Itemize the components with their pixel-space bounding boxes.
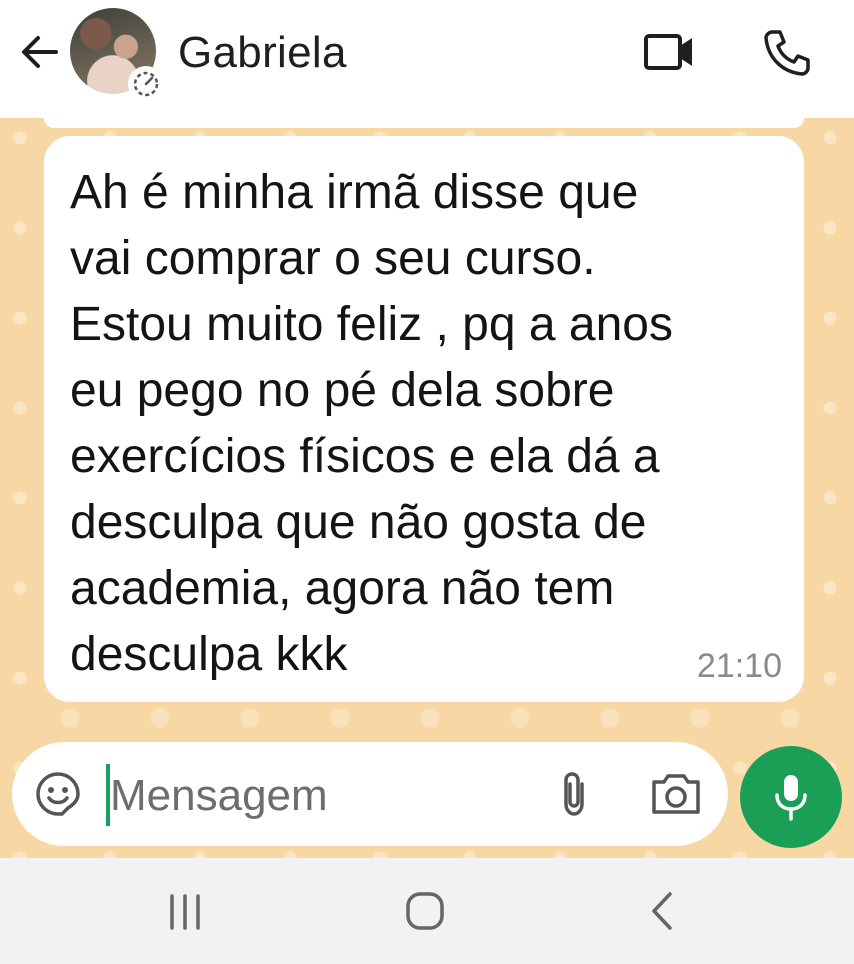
message-text: Ah é minha irmã disse que vai comprar o …: [70, 166, 673, 681]
status-timer-icon: [128, 66, 164, 102]
system-navigation-bar: [0, 858, 854, 964]
video-camera-icon[interactable]: [640, 24, 700, 80]
message-time: 21:10: [696, 647, 782, 685]
recents-icon[interactable]: [160, 890, 210, 934]
microphone-icon: [775, 775, 807, 821]
paperclip-icon[interactable]: [552, 768, 598, 820]
phone-icon[interactable]: [758, 24, 814, 80]
chat-header: Gabriela: [0, 0, 854, 118]
message-bubble[interactable]: Ah é minha irmã disse que vai comprar o …: [44, 136, 804, 702]
message-composer: [12, 742, 728, 846]
chevron-left-icon[interactable]: [640, 886, 684, 936]
arrow-left-icon[interactable]: [16, 28, 64, 76]
camera-icon[interactable]: [648, 768, 704, 820]
emoji-sticker-icon[interactable]: [34, 770, 82, 818]
home-icon[interactable]: [400, 886, 450, 936]
contact-name[interactable]: Gabriela: [178, 28, 347, 78]
previous-message-bubble: [44, 118, 804, 128]
microphone-button[interactable]: [740, 746, 842, 848]
message-input[interactable]: [110, 768, 530, 824]
